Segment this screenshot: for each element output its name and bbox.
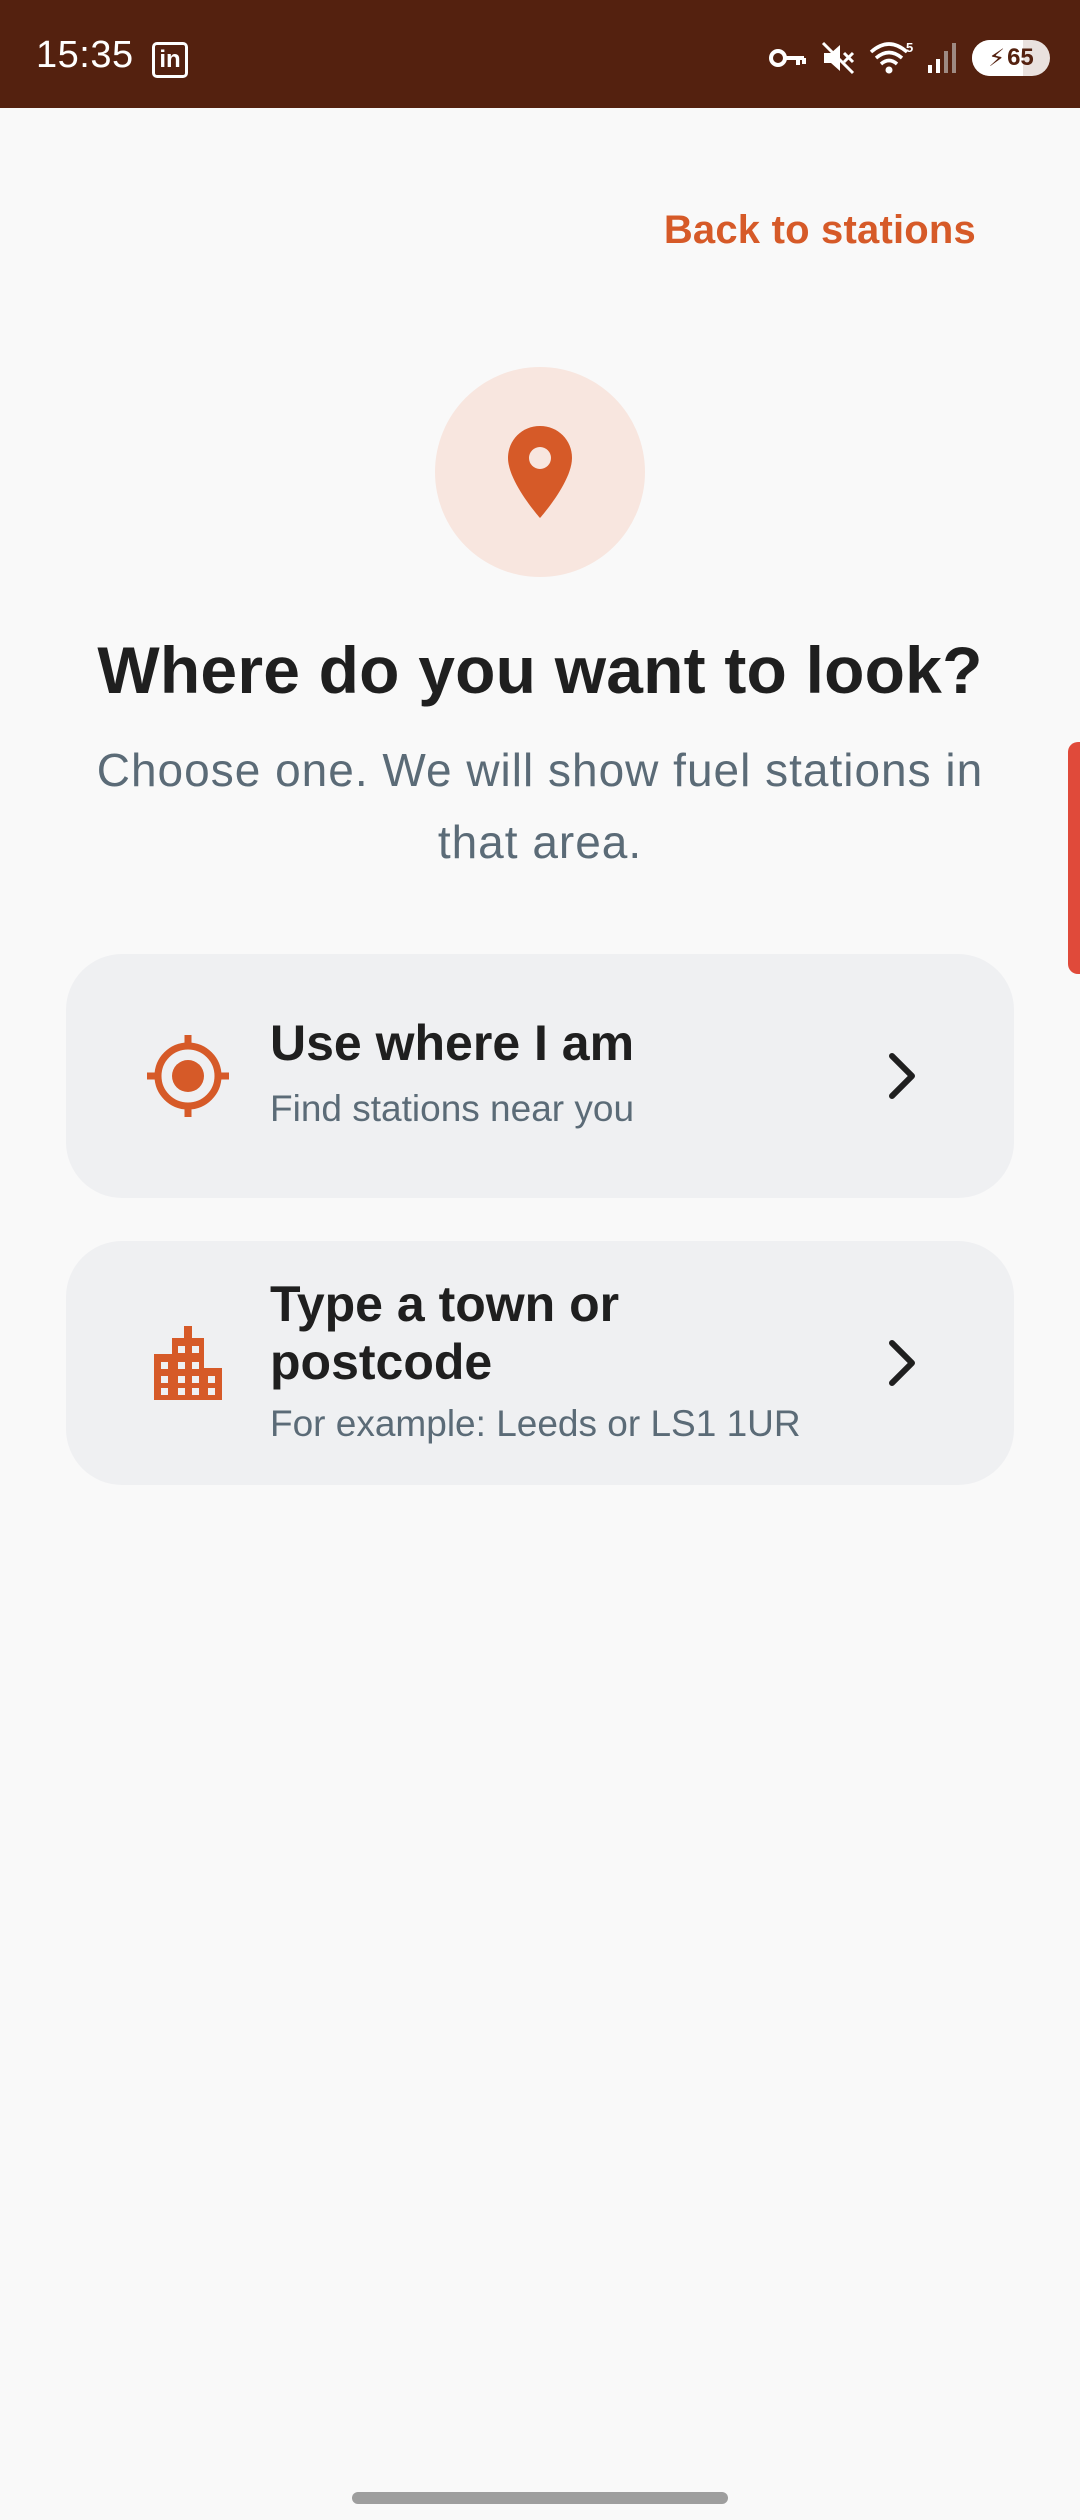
mute-icon [821,41,855,75]
option-subtitle: For example: Leeds or LS1 1UR [270,1403,801,1444]
battery-indicator: ⚡ 65 [972,40,1050,76]
wifi-icon: 5 [869,40,913,74]
vpn-key-icon [769,49,806,67]
chevron-right-icon [889,1053,915,1099]
option-subtitle: Find stations near you [270,1088,635,1129]
wifi-badge: 5 [906,40,913,55]
crosshair-location-icon [138,1026,238,1126]
battery-level: 65 [1007,44,1034,71]
page-title: Where do you want to look? [97,633,983,707]
location-pin-icon [508,426,572,518]
use-current-location-option[interactable]: Use where I am Find stations near you [66,954,1014,1198]
status-icons: 5 ⚡ 65 [768,38,1050,78]
status-time: 15:35 [36,34,134,76]
page-subtitle: Choose one. We will show fuel stations i… [96,744,984,868]
type-town-or-postcode-option[interactable]: Type a town or postcode For example: Lee… [66,1241,1014,1485]
option-title: Type a town or postcode [270,1276,620,1390]
option-title: Use where I am [270,1015,635,1071]
edge-panel-handle[interactable] [1068,742,1080,974]
back-to-stations-link[interactable]: Back to stations [664,208,976,253]
home-indicator[interactable] [352,2492,728,2504]
chevron-right-icon [889,1340,915,1386]
status-bar: 15:35 in 5 ⚡ 65 [0,0,1080,108]
location-pin-badge [435,367,645,577]
linkedin-icon: in [152,42,188,78]
charging-bolt-icon: ⚡ [988,44,1006,72]
signal-icon [928,43,956,73]
city-buildings-icon [138,1313,238,1413]
